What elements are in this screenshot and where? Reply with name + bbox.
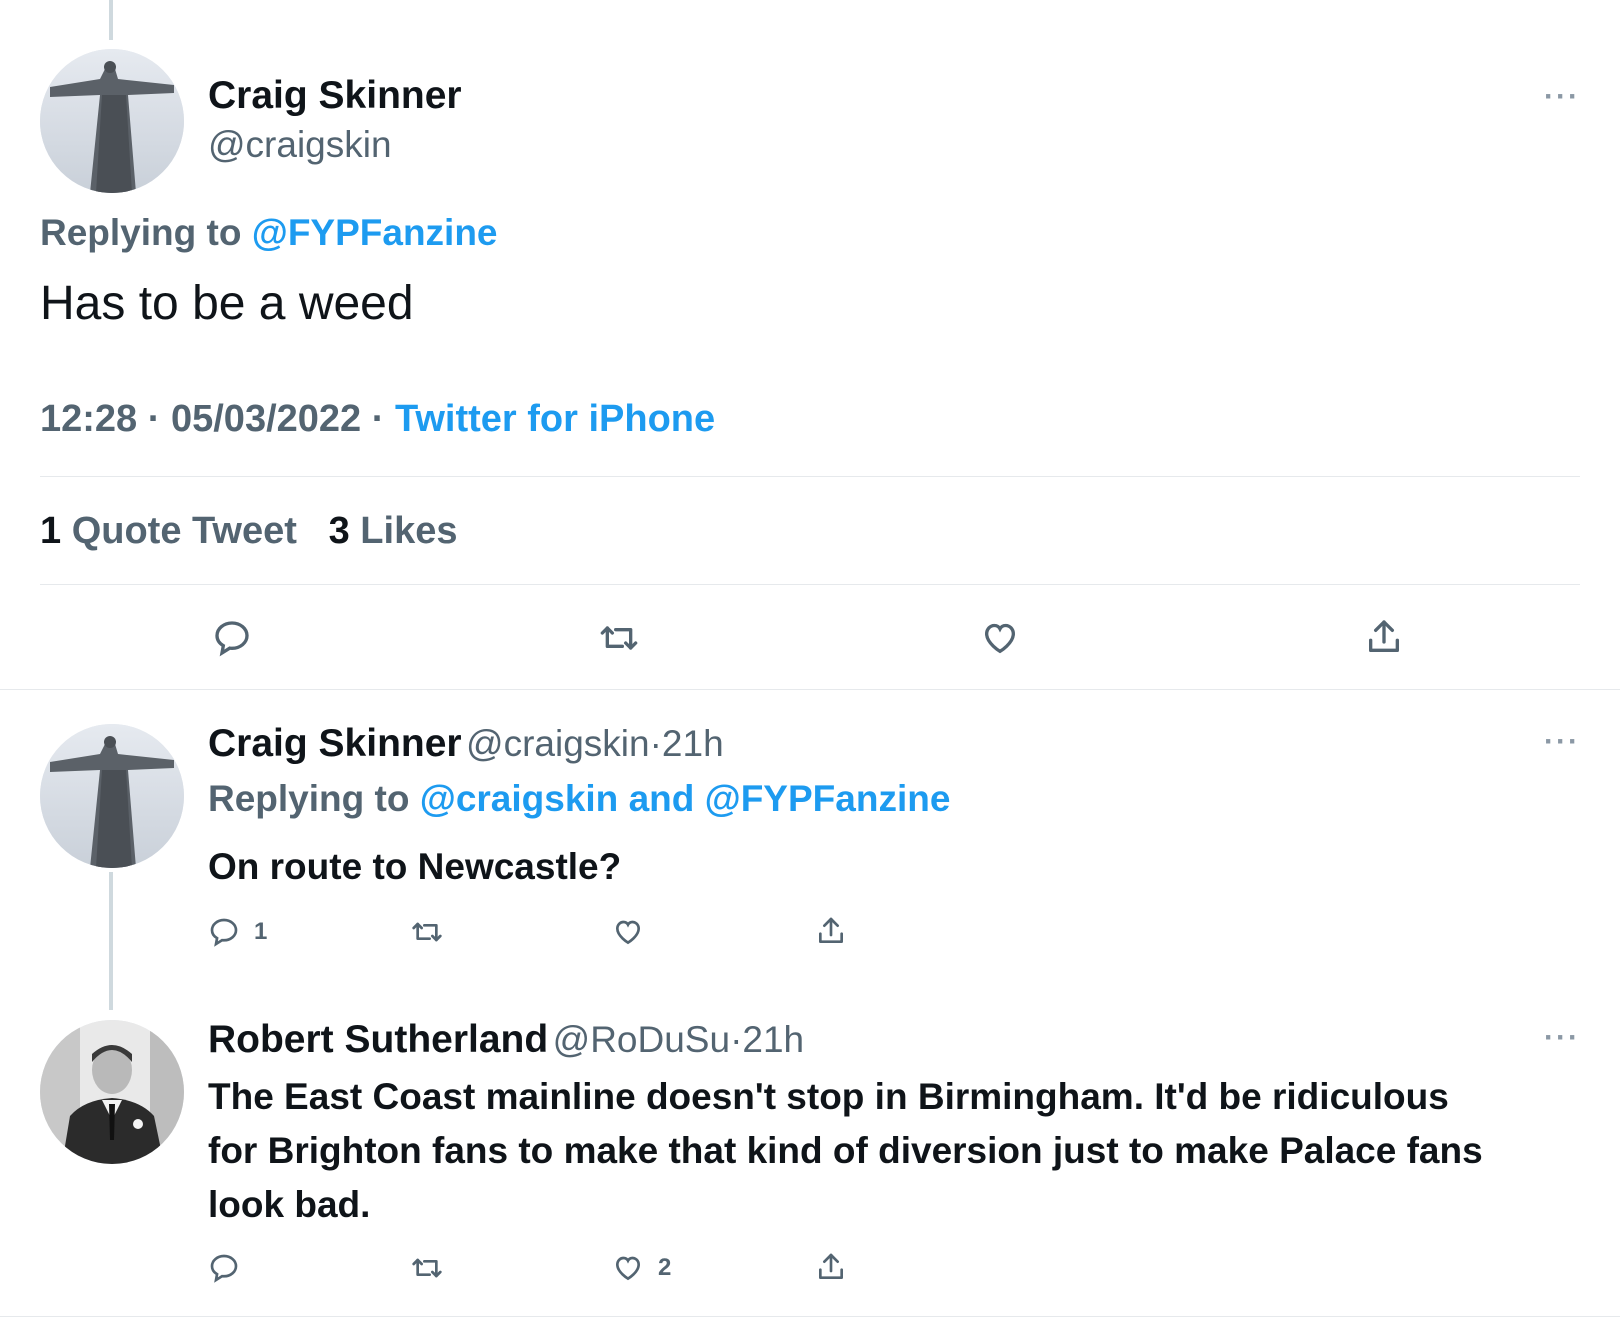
tweet-age[interactable]: 21h — [742, 1019, 804, 1060]
author-handle[interactable]: @craigskin — [208, 124, 392, 166]
reply-icon — [210, 1254, 238, 1283]
thread-line-top — [109, 0, 113, 40]
tweet-text: Has to be a weed — [40, 277, 414, 330]
retweet-icon — [412, 922, 442, 942]
author-name[interactable]: Craig Skinner — [208, 74, 462, 118]
like-icon — [615, 1256, 641, 1281]
quote-tweets-link[interactable]: 1 Quote Tweet — [40, 510, 307, 552]
avatar[interactable] — [40, 724, 184, 868]
reply-icon — [215, 621, 249, 657]
divider — [40, 476, 1580, 477]
author-name[interactable]: Robert Sutherland — [208, 1018, 548, 1061]
retweet-icon — [600, 626, 638, 650]
separator: · — [147, 398, 161, 440]
separator: · — [649, 723, 662, 764]
reply-button[interactable] — [208, 1252, 254, 1284]
tweet-text-line: look bad. — [208, 1184, 371, 1225]
like-button[interactable]: 2 — [612, 1252, 671, 1284]
retweet-button[interactable] — [598, 618, 640, 658]
reply-header: Craig Skinner @craigskin·21h — [208, 722, 724, 766]
divider — [0, 689, 1620, 690]
like-button[interactable] — [612, 916, 658, 948]
reply-header: Robert Sutherland @RoDuSu·21h — [208, 1018, 804, 1062]
author-handle[interactable]: @craigskin — [466, 723, 650, 764]
reply-button[interactable]: 1 — [208, 916, 267, 948]
tweet-text-line: for Brighton fans to make that kind of d… — [208, 1130, 1483, 1171]
tweet-time[interactable]: 12:28 — [40, 398, 137, 440]
quote-label: Quote Tweet — [71, 510, 297, 552]
tweet-source[interactable]: Twitter for iPhone — [395, 398, 715, 440]
reply-icon — [210, 918, 238, 947]
mention-link[interactable]: @FYPFanzine — [252, 212, 498, 253]
avatar[interactable] — [40, 1020, 184, 1164]
more-icon[interactable]: ··· — [1544, 1021, 1580, 1055]
author-name[interactable]: Craig Skinner — [208, 722, 462, 765]
share-icon — [819, 1253, 843, 1279]
author-handle[interactable]: @RoDuSu — [553, 1019, 730, 1060]
retweet-icon — [412, 1258, 442, 1278]
replying-to: Replying to @FYPFanzine — [40, 212, 498, 254]
more-icon[interactable]: ··· — [1544, 725, 1580, 759]
share-icon — [819, 917, 843, 943]
more-icon[interactable]: ··· — [1544, 80, 1580, 114]
like-count: 2 — [658, 1254, 672, 1281]
like-icon — [615, 920, 641, 945]
tweet-meta: 12:28 · 05/03/2022 · Twitter for iPhone — [40, 398, 715, 441]
quote-count: 1 — [40, 510, 62, 552]
share-icon — [1369, 620, 1399, 652]
tweet-stats: 1 Quote Tweet 3 Likes — [40, 510, 457, 553]
like-icon — [984, 623, 1016, 654]
avatar[interactable] — [40, 49, 184, 193]
share-button[interactable] — [1364, 616, 1404, 658]
share-button[interactable] — [815, 914, 847, 948]
replying-prefix: Replying to — [40, 212, 242, 253]
replying-to: Replying to @craigskin and @FYPFanzine — [208, 778, 950, 820]
tweet-age[interactable]: 21h — [662, 723, 724, 764]
thread-line — [109, 872, 113, 1010]
tweet-date[interactable]: 05/03/2022 — [171, 398, 361, 440]
retweet-button[interactable] — [410, 1252, 444, 1284]
like-count: 3 — [328, 510, 350, 552]
divider — [0, 1316, 1620, 1317]
separator: · — [371, 398, 385, 440]
tweet-text: The East Coast mainline doesn't stop in … — [208, 1070, 1598, 1232]
reply-count: 1 — [254, 918, 268, 945]
tweet-text-line: The East Coast mainline doesn't stop in … — [208, 1076, 1449, 1117]
likes-link[interactable]: 3 Likes — [329, 510, 458, 552]
reply-button[interactable] — [212, 618, 252, 658]
like-label: Likes — [360, 510, 458, 552]
retweet-button[interactable] — [410, 916, 444, 948]
replying-prefix: Replying to — [208, 778, 410, 819]
divider — [40, 584, 1580, 585]
mention-link[interactable]: @craigskin and @FYPFanzine — [420, 778, 951, 819]
share-button[interactable] — [815, 1250, 847, 1284]
tweet-text: On route to Newcastle? — [208, 846, 622, 887]
like-button[interactable] — [980, 618, 1020, 658]
separator: · — [730, 1019, 743, 1060]
